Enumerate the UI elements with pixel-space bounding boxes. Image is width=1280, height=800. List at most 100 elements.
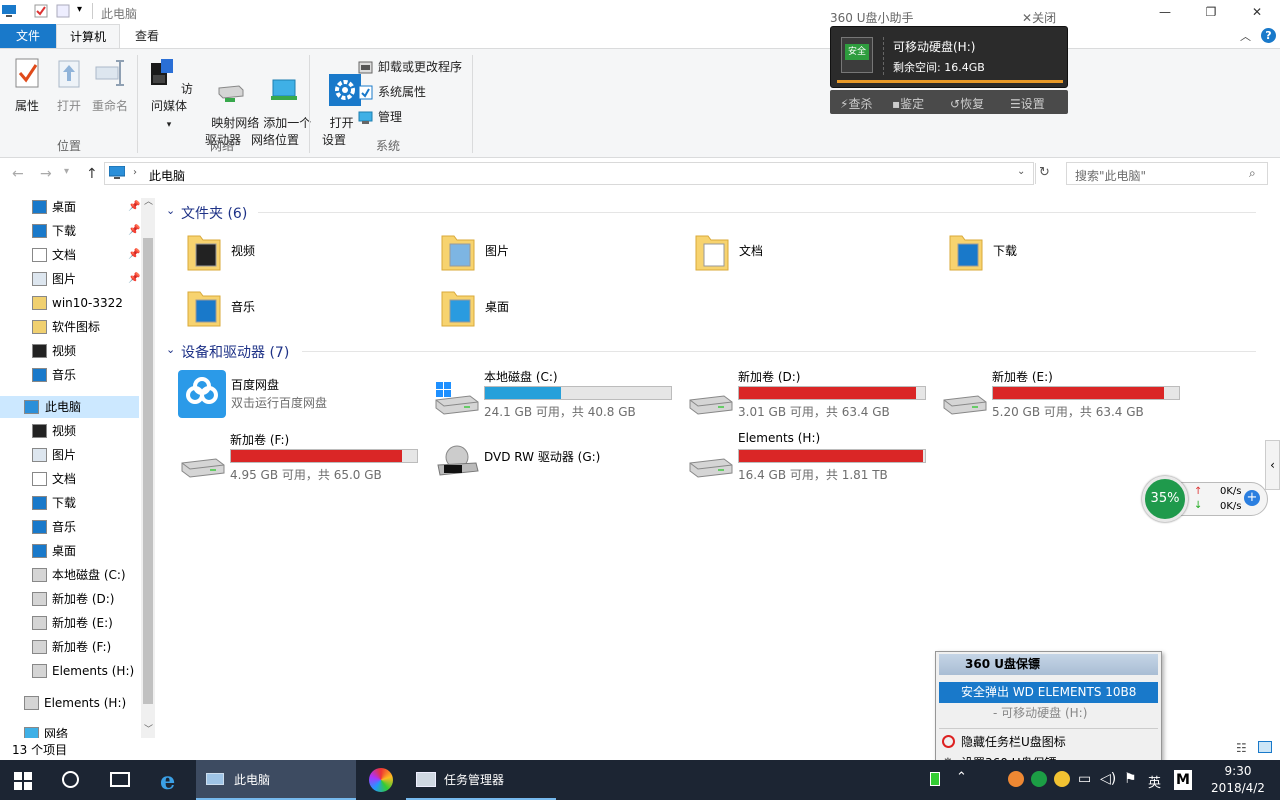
address-dropdown-icon[interactable]: ⌄ xyxy=(1017,166,1025,177)
accelerate-icon[interactable]: + xyxy=(1244,490,1260,506)
recover-button[interactable]: ↺恢复 xyxy=(950,95,984,112)
minimize-button[interactable]: — xyxy=(1142,0,1188,24)
clock[interactable]: 9:30 2018/4/2 xyxy=(1206,763,1270,797)
drive-item[interactable]: 新加卷 (E:) 5.20 GB 可用，共 63.4 GB xyxy=(942,368,1192,420)
tab-computer[interactable]: 计算机 xyxy=(56,24,120,49)
drive-item[interactable]: 新加卷 (D:) 3.01 GB 可用，共 63.4 GB xyxy=(688,368,938,420)
search-input[interactable]: 搜索"此电脑" ⌕ xyxy=(1066,162,1268,185)
drive-item[interactable]: 新加卷 (F:) 4.95 GB 可用，共 65.0 GB xyxy=(180,431,430,483)
up-button[interactable]: ↑ xyxy=(86,166,98,182)
uninstall-programs-button[interactable]: 卸载或更改程序 xyxy=(358,57,462,77)
pin-icon[interactable]: 📌 xyxy=(128,201,140,212)
maximize-button[interactable]: ❐ xyxy=(1188,0,1234,24)
manage-button[interactable]: 管理 xyxy=(358,107,402,127)
folder-item[interactable]: 音乐 xyxy=(186,286,416,330)
open-settings-label: 打开 设置 xyxy=(321,116,354,147)
safe-badge: 安全 xyxy=(845,44,869,60)
tray-network-icon[interactable]: ▭ xyxy=(1078,771,1091,787)
nav-item[interactable]: 此电脑 xyxy=(0,396,139,418)
help-icon[interactable]: ? xyxy=(1261,28,1276,43)
network-monitor-widget[interactable]: 35% ↑ ↓ 0K/s 0K/s + xyxy=(1142,476,1268,522)
drive-name: Elements (H:) xyxy=(738,431,821,445)
folders-collapse-icon[interactable]: ⌄ xyxy=(166,204,175,217)
breadcrumb-chevron-icon[interactable]: › xyxy=(133,167,137,178)
address-path[interactable]: 此电脑 xyxy=(149,167,185,184)
taskbar-app-explorer[interactable]: 此电脑 xyxy=(196,760,356,800)
nav-scrollbar[interactable]: ︿ ﹀ xyxy=(141,197,155,738)
drive-item[interactable]: 本地磁盘 (C:) 24.1 GB 可用，共 40.8 GB xyxy=(434,368,684,420)
folder-icon xyxy=(32,320,47,334)
scrollbar-thumb[interactable] xyxy=(143,238,153,704)
tray-360-icon[interactable] xyxy=(1031,771,1047,787)
tray-security-icon[interactable] xyxy=(1054,771,1070,787)
pin-icon[interactable]: 📌 xyxy=(128,249,140,260)
folder-item[interactable]: 图片 xyxy=(440,230,670,274)
folder-item[interactable]: 桌面 xyxy=(440,286,670,330)
ime-indicator[interactable]: 英 xyxy=(1148,772,1161,791)
tab-file[interactable]: 文件 xyxy=(0,24,56,48)
properties-quick-icon[interactable] xyxy=(34,4,48,18)
open-button[interactable]: 打开 xyxy=(50,57,88,115)
manage-icon xyxy=(358,111,373,124)
ime-mode-icon[interactable]: M xyxy=(1174,770,1192,790)
computer-icon[interactable] xyxy=(2,4,16,18)
close-button[interactable]: ✕ xyxy=(1234,0,1280,24)
new-folder-quick-icon[interactable] xyxy=(56,4,70,18)
pin-icon[interactable]: 📌 xyxy=(128,225,140,236)
search-cortana-icon[interactable] xyxy=(62,771,79,788)
quick-access-dropdown-icon[interactable]: ▾ xyxy=(77,4,82,15)
tab-view[interactable]: 查看 xyxy=(120,24,174,48)
scroll-up-icon[interactable]: ︿ xyxy=(144,194,153,207)
system-properties-label: 系统属性 xyxy=(378,85,427,99)
address-bar[interactable]: › 此电脑 ⌄ ↻ xyxy=(104,162,1050,185)
details-view-icon[interactable]: ☷ xyxy=(1236,741,1247,755)
tray-volume-icon[interactable]: ◁) xyxy=(1100,771,1116,787)
pin-icon[interactable]: 📌 xyxy=(128,273,140,284)
tray-up-arrow-icon[interactable]: ⌃ xyxy=(956,770,967,785)
back-button[interactable]: ← xyxy=(12,166,24,182)
refresh-icon[interactable]: ↻ xyxy=(1039,165,1050,180)
identify-button[interactable]: ▪鉴定 xyxy=(892,95,924,112)
separator xyxy=(939,728,1158,729)
forward-button[interactable]: → xyxy=(40,166,52,182)
add-network-location-button[interactable]: 添加一个 网络位置 xyxy=(248,57,311,166)
open-settings-button[interactable]: 打开 设置 xyxy=(314,57,362,166)
taskbar: e 此电脑 任务管理器 ⌃ ▭ ◁) ⚑ 英 M 9:30 2018/4/2 xyxy=(0,760,1280,800)
title-bar: ▾ 此电脑 — ❐ ✕ xyxy=(0,0,1280,24)
devices-collapse-icon[interactable]: ⌄ xyxy=(166,343,175,356)
folder-item[interactable]: 视频 xyxy=(186,230,416,274)
popup360-settings-button[interactable]: ☰设置 xyxy=(1010,95,1045,112)
properties-button[interactable]: 属性 xyxy=(8,57,46,115)
drive-item[interactable]: DVD RW 驱动器 (G:) xyxy=(434,431,684,483)
recent-locations-dropdown[interactable]: ▾ xyxy=(64,166,69,177)
tray-flag-icon[interactable]: ⚑ xyxy=(1124,771,1137,787)
upload-speed: 0K/s xyxy=(1220,486,1242,497)
group-location: 位置 xyxy=(57,139,82,153)
ribbon-collapse-icon[interactable]: ︿ xyxy=(1240,28,1251,44)
scan-button[interactable]: ⚡查杀 xyxy=(840,95,872,112)
taskbar-app-task-manager[interactable]: 任务管理器 xyxy=(406,760,556,800)
large-icons-view-icon[interactable] xyxy=(1258,741,1272,753)
hide-usb-icon-menu-item[interactable]: 隐藏任务栏U盘图标 xyxy=(939,732,1158,753)
system-properties-button[interactable]: 系统属性 xyxy=(358,82,426,102)
baidu-netdisk-item[interactable]: 百度网盘 双击运行百度网盘 xyxy=(178,370,408,420)
devices-section-header[interactable]: 设备和驱动器 (7) xyxy=(181,342,289,362)
rename-button[interactable]: 重命名 xyxy=(90,57,130,115)
search-icon[interactable]: ⌕ xyxy=(1249,166,1256,181)
tray-app-icon[interactable] xyxy=(1008,771,1024,787)
task-view-icon[interactable] xyxy=(110,772,130,787)
memory-usage-badge[interactable]: 35% xyxy=(1142,476,1188,522)
drive-item[interactable]: Elements (H:) 16.4 GB 可用，共 1.81 TB xyxy=(688,431,938,483)
tray-usb-icon[interactable] xyxy=(930,772,940,786)
popup360-close[interactable]: ✕关闭 xyxy=(1022,9,1056,26)
folder-item[interactable]: 文档 xyxy=(694,230,924,274)
scroll-down-icon[interactable]: ﹀ xyxy=(144,722,153,735)
windows-start-icon[interactable] xyxy=(14,772,32,790)
color-app-icon[interactable] xyxy=(369,768,393,792)
ie-browser-icon[interactable]: e xyxy=(160,766,175,795)
access-media-button[interactable]: 访问媒体 ▾ xyxy=(142,57,196,134)
folder-item[interactable]: 下载 xyxy=(948,230,1178,274)
folders-section-header[interactable]: 文件夹 (6) xyxy=(181,203,247,223)
safely-eject-menu-item[interactable]: 安全弹出 WD ELEMENTS 10B8 xyxy=(939,682,1158,703)
drive-name: 新加卷 (F:) xyxy=(230,433,290,447)
